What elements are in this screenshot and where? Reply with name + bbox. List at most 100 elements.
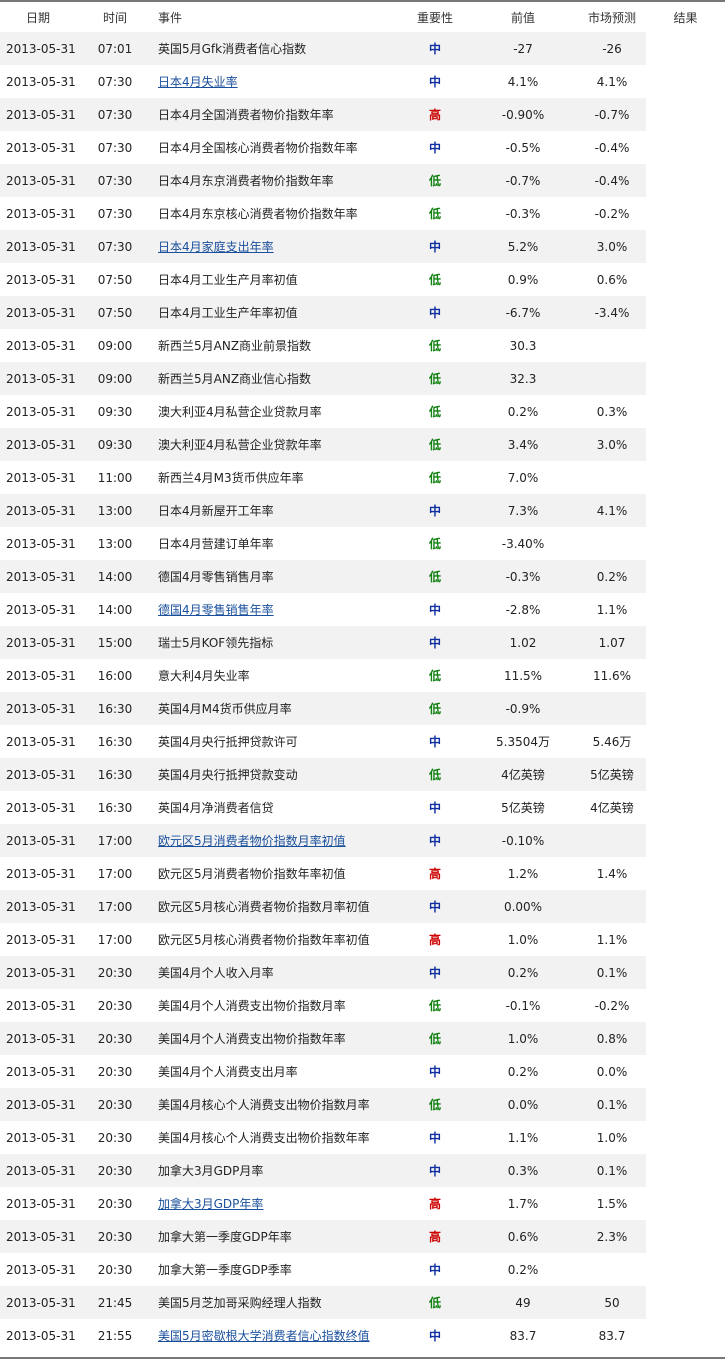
row-importance: 中 [402,296,468,329]
row-time: 20:30 [78,1253,152,1286]
row-importance: 低 [402,395,468,428]
row-previous: -0.3% [468,197,578,230]
row-previous: 1.1% [468,1121,578,1154]
row-forecast [578,824,646,857]
row-importance: 低 [402,362,468,395]
row-time: 07:01 [78,32,152,65]
row-event: 日本4月东京核心消费者物价指数年率 [152,197,402,230]
row-time: 16:30 [78,791,152,824]
bottom-rule [0,1357,725,1359]
row-forecast [578,362,646,395]
row-event: 瑞士5月KOF领先指标 [152,626,402,659]
row-event: 澳大利亚4月私营企业贷款年率 [152,428,402,461]
row-event: 英国4月M4货币供应月率 [152,692,402,725]
row-forecast: 0.1% [578,1154,646,1187]
row-previous: 1.0% [468,1022,578,1055]
row-previous: -0.90% [468,98,578,131]
row-importance: 中 [402,725,468,758]
row-previous: 1.2% [468,857,578,890]
row-date: 2013-05-31 [0,692,78,725]
event-link[interactable]: 加拿大3月GDP年率 [158,1197,263,1211]
row-forecast [578,527,646,560]
row-importance: 低 [402,164,468,197]
row-importance: 中 [402,791,468,824]
table-row: 2013-05-31 20:30 美国4月个人消费支出物价指数月率低 -0.1% -0.… [0,989,725,1022]
table-row: 2013-05-31 11:00 新西兰4月M3货币供应年率低 7.0% [0,461,725,494]
calendar-page: 日期 时间 事件 重要性 前值 市场预测 结果 2013-05-31 07:01 英… [0,0,727,1364]
row-date: 2013-05-31 [0,1220,78,1253]
row-date: 2013-05-31 [0,890,78,923]
row-event: 意大利4月失业率 [152,659,402,692]
row-importance: 中 [402,494,468,527]
row-result [646,857,725,890]
row-time: 17:00 [78,923,152,956]
row-importance: 低 [402,197,468,230]
event-link[interactable]: 美国5月密歇根大学消费者信心指数终值 [158,1329,370,1343]
row-event: 美国4月核心个人消费支出物价指数月率 [152,1088,402,1121]
row-time: 14:00 [78,560,152,593]
row-previous: 32.3 [468,362,578,395]
row-forecast: 83.7 [578,1319,646,1352]
row-event: 美国4月个人收入月率 [152,956,402,989]
row-event: 欧元区5月核心消费者物价指数月率初值 [152,890,402,923]
row-date: 2013-05-31 [0,527,78,560]
row-date: 2013-05-31 [0,230,78,263]
row-previous: 7.3% [468,494,578,527]
row-forecast: 0.6% [578,263,646,296]
row-forecast: -0.4% [578,164,646,197]
row-result [646,395,725,428]
row-date: 2013-05-31 [0,164,78,197]
row-time: 09:30 [78,428,152,461]
row-time: 20:30 [78,1055,152,1088]
row-result [646,956,725,989]
event-link[interactable]: 日本4月家庭支出年率 [158,240,274,254]
row-forecast: 3.0% [578,428,646,461]
row-event: 德国4月零售销售月率 [152,560,402,593]
row-forecast: -0.2% [578,989,646,1022]
table-row: 2013-05-31 14:00 德国4月零售销售月率低 -0.3% 0.2% [0,560,725,593]
row-result [646,461,725,494]
table-row: 2013-05-31 17:00 欧元区5月消费者物价指数年率初值高 1.2% 1.4% [0,857,725,890]
row-previous: 0.9% [468,263,578,296]
row-date: 2013-05-31 [0,1088,78,1121]
event-link[interactable]: 德国4月零售销售年率 [158,603,274,617]
row-event: 英国5月Gfk消费者信心指数 [152,32,402,65]
row-date: 2013-05-31 [0,263,78,296]
row-event: 英国4月净消费者信贷 [152,791,402,824]
row-date: 2013-05-31 [0,32,78,65]
table-row: 2013-05-31 09:00 新西兰5月ANZ商业前景指数低 30.3 [0,329,725,362]
row-forecast [578,1253,646,1286]
row-importance: 低 [402,428,468,461]
row-importance: 中 [402,1319,468,1352]
row-previous: -3.40% [468,527,578,560]
event-link[interactable]: 日本4月失业率 [158,75,238,89]
row-time: 07:50 [78,296,152,329]
row-result [646,1055,725,1088]
row-event: 新西兰4月M3货币供应年率 [152,461,402,494]
row-result [646,560,725,593]
event-link[interactable]: 欧元区5月消费者物价指数月率初值 [158,834,346,848]
row-event: 日本4月工业生产年率初值 [152,296,402,329]
row-result [646,923,725,956]
row-event: 加拿大3月GDP月率 [152,1154,402,1187]
row-importance: 中 [402,890,468,923]
row-event: 美国4月个人消费支出物价指数年率 [152,1022,402,1055]
row-importance: 低 [402,461,468,494]
row-previous: -0.1% [468,989,578,1022]
row-importance: 中 [402,1121,468,1154]
table-row: 2013-05-31 16:30 英国4月净消费者信贷中 5亿英镑 4亿英镑 [0,791,725,824]
row-forecast: 1.4% [578,857,646,890]
row-result [646,296,725,329]
row-previous: 0.2% [468,395,578,428]
row-event: 日本4月家庭支出年率 [152,230,402,263]
row-result [646,1220,725,1253]
table-row: 2013-05-31 20:30 美国4月个人消费支出物价指数年率低 1.0% 0.8% [0,1022,725,1055]
row-forecast [578,461,646,494]
row-importance: 中 [402,956,468,989]
row-time: 20:30 [78,956,152,989]
row-event: 加拿大第一季度GDP年率 [152,1220,402,1253]
row-event: 澳大利亚4月私营企业贷款月率 [152,395,402,428]
row-time: 17:00 [78,824,152,857]
row-result [646,164,725,197]
table-row: 2013-05-31 20:30 美国4月核心个人消费支出物价指数月率低 0.0% 0.… [0,1088,725,1121]
